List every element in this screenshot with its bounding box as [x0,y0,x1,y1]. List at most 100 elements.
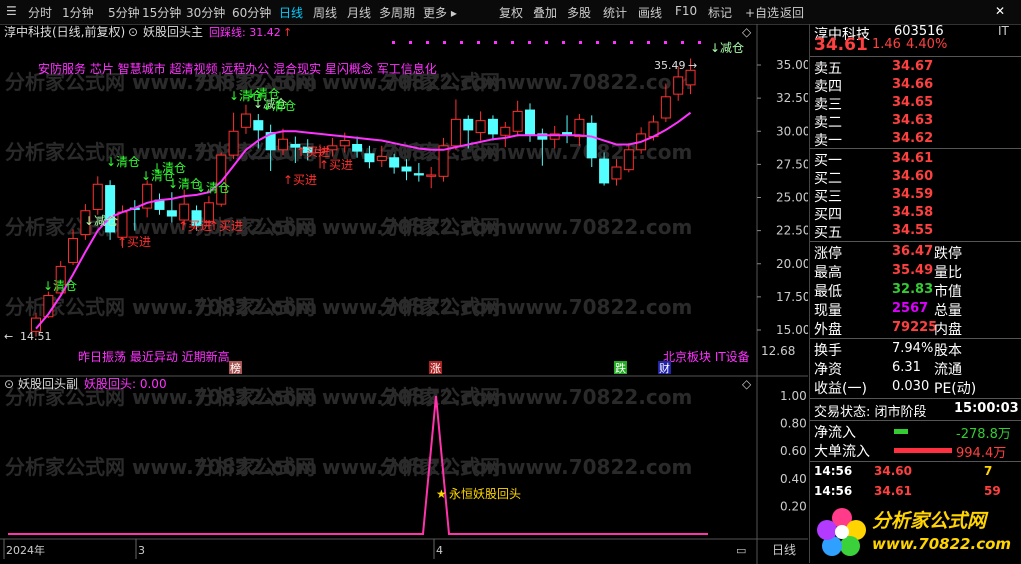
stat-label-2: 跌停 [934,246,962,262]
toolbar-9[interactable]: 多周期 [379,4,415,21]
toolbar-0[interactable]: 分时 [28,4,52,21]
signal-sell: ↓清仓 [152,161,186,175]
candle[interactable] [611,166,622,180]
candle[interactable] [278,138,288,151]
marker-dot [596,41,599,44]
close-icon[interactable]: ✕ [995,4,1005,18]
corner-label: IT [998,24,1009,38]
event-badge[interactable]: 涨 [430,362,441,375]
toolbar-right-6[interactable]: 标记 [708,4,732,21]
ask-level-label: 卖五 [814,61,842,77]
bid-level-label: 买二 [814,171,842,187]
stat-value: 36.47 [892,244,934,259]
candle[interactable] [525,109,535,135]
indicator-value: 回踩线: 31.42 [209,25,281,39]
price-axis-tick: 32.50 [776,91,808,105]
stat-label: 涨停 [814,246,842,262]
sub-toggle-icon[interactable]: ⊙ [4,377,14,391]
sub-expand-icon[interactable]: ◇ [742,377,752,391]
toolbar-right-2[interactable]: 多股 [567,4,591,21]
toolbar-right-5[interactable]: F10 [675,4,697,18]
candle[interactable] [117,211,128,238]
divider [810,148,1021,149]
candle[interactable] [376,155,387,161]
bid-level-label: 买三 [814,189,842,205]
candle[interactable] [500,126,511,136]
ask-level-label: 卖一 [814,133,842,149]
candle[interactable] [179,203,190,221]
period-label[interactable]: 日线 [772,543,796,557]
candle[interactable] [463,118,474,131]
toolbar-7[interactable]: 周线 [313,4,337,21]
event-badge[interactable]: 榜 [230,361,241,375]
event-badge[interactable]: 跌 [615,361,626,375]
candle[interactable] [574,118,585,138]
candle[interactable] [339,140,350,147]
fund-value: 0.030 [892,379,930,394]
signal-sell: ↓清仓 [196,181,230,195]
marker-dot [579,41,582,44]
big-inflow-label: 大单流入 [814,444,870,460]
indicator-toggle-icon[interactable]: ⊙ [128,25,138,39]
trade-status: 交易状态: 闭市阶段 [814,405,927,420]
fund-value: 7.94% [892,341,934,356]
candle[interactable] [364,153,375,163]
sub-axis-tick: 1.00 [780,389,807,403]
candle[interactable] [673,76,684,95]
ask-level-label: 卖二 [814,115,842,131]
toolbar-right-8[interactable]: 返回 [780,4,804,21]
sub-axis-tick: 0.80 [780,417,807,431]
toolbar-right-0[interactable]: 复权 [499,4,523,21]
candle[interactable] [586,122,597,159]
candle[interactable] [92,183,103,210]
candle[interactable] [240,113,251,128]
candle[interactable] [68,238,79,263]
toolbar-1[interactable]: 1分钟 [62,4,94,21]
candle[interactable] [660,96,671,119]
stat-label: 外盘 [814,322,842,338]
big-inflow-bar [894,448,952,453]
scroll-icon[interactable]: ▭ [736,544,746,557]
menu-icon[interactable]: ☰ [6,4,17,18]
toolbar-right-3[interactable]: 统计 [603,4,627,21]
toolbar-right-1[interactable]: 叠加 [533,4,557,21]
toolbar-right-7[interactable]: +自选 [745,4,779,21]
ask-price: 34.67 [892,59,934,74]
toolbar-10[interactable]: 更多 ▸ [423,4,457,21]
toolbar-3[interactable]: 15分钟 [142,4,181,21]
candle[interactable] [352,144,363,152]
stat-value: 2567 [892,301,929,316]
toolbar-2[interactable]: 5分钟 [108,4,140,21]
signal-buy: ↑买进 [117,235,151,249]
candle[interactable] [450,118,461,147]
candle[interactable] [401,166,412,172]
tick-time: 14:56 [814,484,853,498]
kline-chart[interactable]: 分析家公式网 www.70822.com 分析家公式网 www.70822.com… [0,24,808,564]
event-badge[interactable]: 财 [659,361,670,375]
bottom-tags: 昨日振荡 最近异动 近期新高 [78,349,230,364]
signal-buy: ↑买进 [209,219,243,233]
toolbar-8[interactable]: 月线 [347,4,371,21]
watermark-17: 分析家公式网 www.70822.com [380,455,692,479]
toolbar-right-4[interactable]: 画线 [638,4,662,21]
candle[interactable] [623,149,634,171]
candle[interactable] [426,174,437,177]
candle[interactable] [216,154,227,205]
toolbar-6[interactable]: 日线 [279,4,303,21]
candle[interactable] [487,118,498,135]
candle[interactable] [253,120,264,131]
candle[interactable] [413,173,424,176]
candle[interactable] [685,69,696,86]
candle[interactable] [475,120,486,134]
signal-buy: ↑买进 [319,158,353,172]
candle[interactable] [512,110,523,132]
candle[interactable] [599,158,610,184]
toolbar-4[interactable]: 30分钟 [186,4,225,21]
candle[interactable] [228,130,239,156]
candle[interactable] [166,210,177,217]
expand-icon[interactable]: ◇ [742,25,752,39]
signal-buy: ↑买进 [178,219,212,233]
toolbar-5[interactable]: 60分钟 [232,4,271,21]
candle[interactable] [389,157,400,168]
divider [810,398,1021,399]
